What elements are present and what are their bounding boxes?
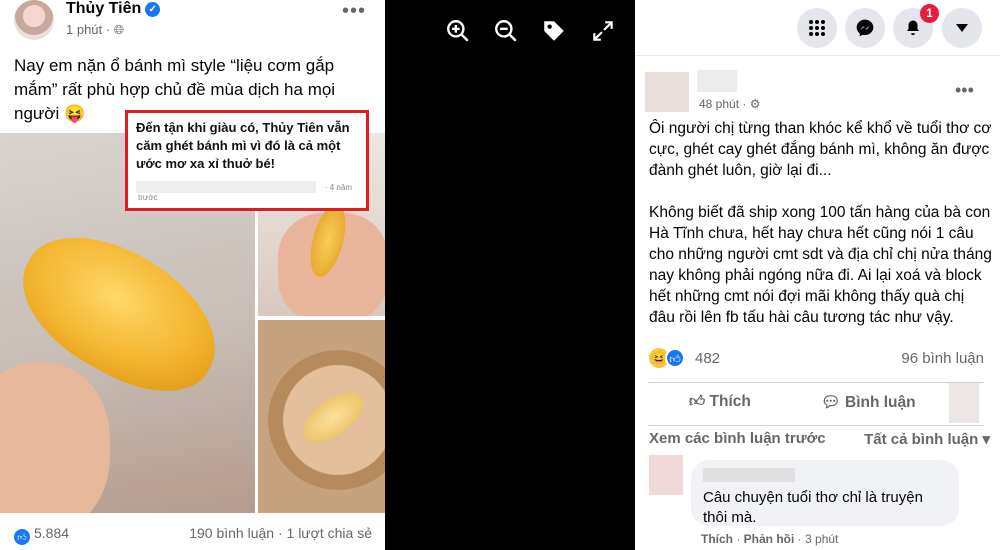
caret-down-icon: ▾ bbox=[982, 431, 990, 448]
post-paragraph: Ôi người chị từng than khóc kể khổ về tu… bbox=[649, 120, 992, 179]
viewer-toolbar bbox=[445, 18, 615, 46]
callout-meta: · 4 năm trước bbox=[136, 179, 358, 202]
like-reaction-icon: 👍︎ bbox=[14, 529, 30, 545]
bell-icon[interactable]: 1 bbox=[893, 4, 939, 48]
comment-text: Câu chuyện tuổi thơ chỉ là truyện thôi m… bbox=[703, 489, 923, 526]
post-time[interactable]: 48 phút · ⚙︎ bbox=[699, 97, 760, 111]
author-name: Thủy Tiên ✓ bbox=[66, 0, 161, 18]
comment-time[interactable]: 3 phút bbox=[805, 532, 838, 546]
embedded-post-screenshot: Thủy Tiên ✓ 1 phút · 🌐︎ ••• Nay em nặn ổ … bbox=[0, 0, 385, 550]
post-text: Ôi người chị từng than khóc kể khổ về tu… bbox=[649, 118, 994, 349]
comment-reply-link[interactable]: Phản hồi bbox=[744, 532, 795, 546]
comment-filter-dropdown[interactable]: Tất cả bình luận ▾ bbox=[864, 430, 990, 448]
redacted-author-name[interactable] bbox=[697, 70, 737, 92]
messenger-icon[interactable] bbox=[845, 8, 885, 48]
post-panel: 1 48 phút · ⚙︎ ••• Ôi người chị từng tha… bbox=[635, 0, 1000, 550]
notification-badge: 1 bbox=[920, 4, 939, 23]
embedded-post-footer: 👍︎ 5.884 190 bình luận · 1 lượt chia sẻ bbox=[14, 525, 384, 545]
thumbs-up-icon: 👍︎ bbox=[689, 393, 706, 410]
photo-viewer: Thủy Tiên ✓ 1 phút · 🌐︎ ••• Nay em nặn ổ … bbox=[0, 0, 635, 550]
caret-down-icon[interactable] bbox=[942, 8, 982, 48]
redacted-source-bar bbox=[136, 181, 316, 193]
reaction-bar[interactable]: 😆 👍︎ 482 96 bình luận bbox=[649, 346, 984, 372]
zoom-out-icon[interactable] bbox=[493, 18, 519, 44]
reaction-count[interactable]: 482 bbox=[695, 350, 720, 367]
comment-like-link[interactable]: Thích bbox=[701, 532, 733, 546]
more-options-icon[interactable]: ••• bbox=[955, 80, 974, 101]
view-previous-comments-link[interactable]: Xem các bình luận trước bbox=[649, 430, 826, 447]
redacted-commenter-name[interactable] bbox=[703, 468, 795, 482]
like-button[interactable]: 👍︎ Thích bbox=[689, 393, 751, 411]
callout-prev: trước bbox=[138, 193, 158, 202]
comment-count[interactable]: 96 bình luận bbox=[901, 350, 984, 367]
headline-callout: Đến tận khi giàu có, Thủy Tiên vẫn căm g… bbox=[125, 110, 369, 211]
callout-age: · 4 năm bbox=[324, 183, 352, 192]
fullscreen-icon[interactable] bbox=[590, 18, 616, 44]
tag-icon[interactable] bbox=[541, 18, 567, 44]
post-paragraph: Không biết đã ship xong 100 tấn hàng của… bbox=[649, 204, 992, 326]
verified-badge-icon: ✓ bbox=[145, 2, 161, 17]
globe-icon: 🌐︎ bbox=[113, 22, 125, 37]
filter-label: Tất cả bình luận bbox=[864, 431, 979, 448]
redacted-block bbox=[949, 383, 979, 423]
post-actions: 👍︎ Thích 💬︎ Bình luận bbox=[649, 382, 984, 426]
photo-bread-on-plate bbox=[258, 320, 385, 513]
like-reaction-icon: 👍︎ bbox=[665, 348, 685, 368]
top-navigation: 1 bbox=[635, 0, 1000, 56]
comment-button[interactable]: 💬︎ Bình luận bbox=[821, 393, 916, 412]
avatar bbox=[14, 0, 54, 40]
comment-controls: Xem các bình luận trước Tất cả bình luận… bbox=[649, 430, 994, 448]
callout-headline: Đến tận khi giàu có, Thủy Tiên vẫn căm g… bbox=[136, 120, 350, 171]
friends-icon: ⚙︎ bbox=[749, 97, 761, 111]
grid-menu-icon[interactable] bbox=[797, 8, 837, 48]
avatar[interactable] bbox=[645, 72, 689, 112]
zoom-in-icon[interactable] bbox=[445, 18, 471, 44]
like-label: Thích bbox=[709, 393, 751, 410]
avatar[interactable] bbox=[649, 455, 683, 495]
more-options-icon: ••• bbox=[341, 0, 366, 22]
comment-bubble: Câu chuyện tuổi thơ chỉ là truyện thôi m… bbox=[691, 460, 959, 526]
embedded-post-stats: 190 bình luận · 1 lượt chia sẻ bbox=[189, 525, 372, 541]
hand-shape bbox=[0, 363, 110, 513]
speech-bubble-icon: 💬︎ bbox=[821, 394, 841, 411]
post-time: 1 phút · 🌐︎ bbox=[66, 22, 125, 37]
comment-label: Bình luận bbox=[845, 394, 916, 411]
comment-actions: Thích · Phản hồi · 3 phút bbox=[701, 532, 839, 546]
embedded-post-header: Thủy Tiên ✓ 1 phút · 🌐︎ ••• bbox=[14, 0, 374, 40]
